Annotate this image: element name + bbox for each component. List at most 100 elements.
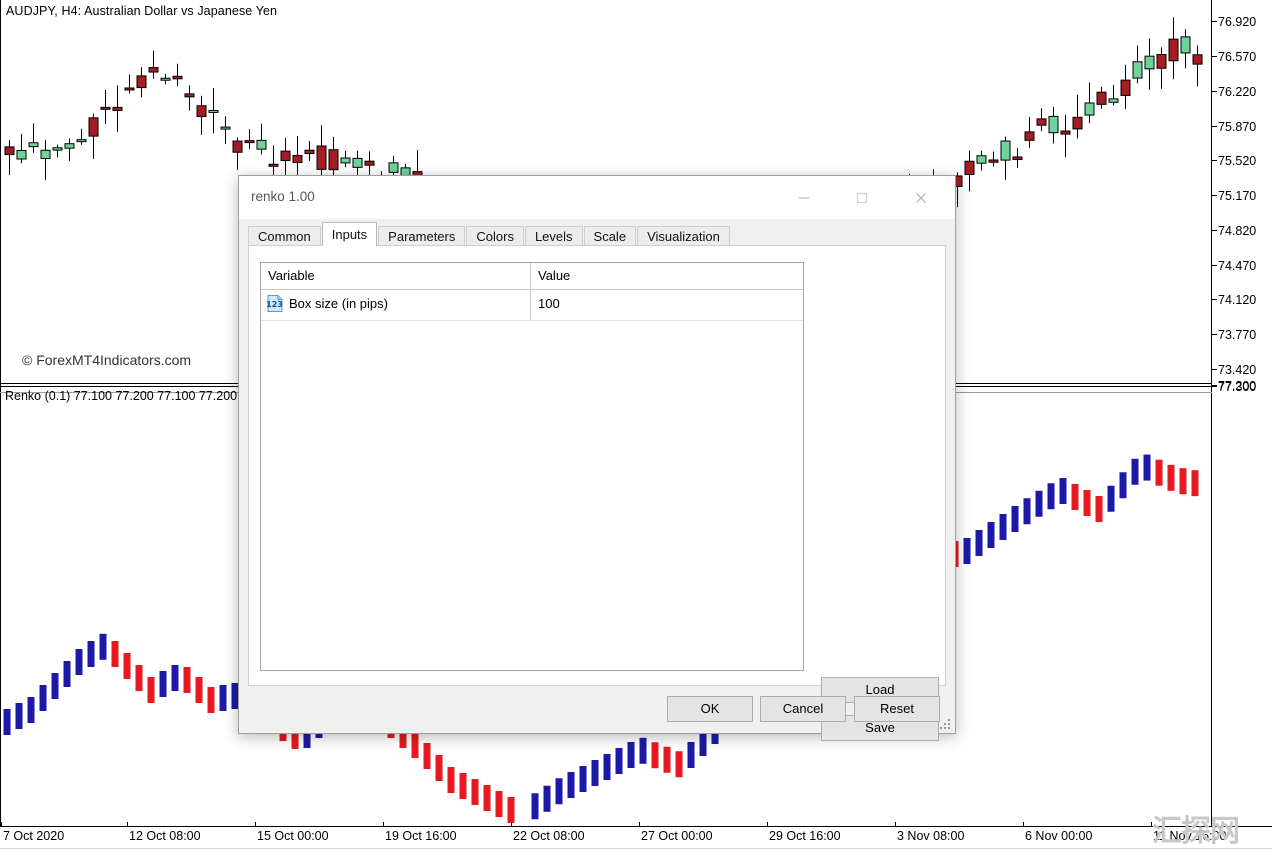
candle-body: [280, 150, 291, 162]
candle-body: [1132, 61, 1143, 79]
tab-common[interactable]: Common: [248, 226, 321, 246]
tab-scale[interactable]: Scale: [583, 226, 637, 246]
candle-body: [268, 163, 279, 167]
maximize-icon: [856, 192, 868, 203]
tab-inputs[interactable]: Inputs: [321, 222, 378, 246]
renko-brick: [447, 767, 455, 793]
candle-body: [1108, 98, 1119, 103]
price-tick-label: 74.470: [1212, 259, 1272, 273]
renko-brick: [1191, 470, 1199, 497]
tab-visualization[interactable]: Visualization: [637, 226, 730, 246]
candle-body: [1036, 118, 1047, 126]
price-tick-label: 75.520: [1212, 154, 1272, 168]
candle-body: [220, 126, 231, 130]
price-tick-label: 75.870: [1212, 120, 1272, 134]
maximize-button[interactable]: [839, 176, 885, 219]
candle-body: [124, 87, 135, 91]
inputs-table-header: Variable Value: [261, 263, 803, 290]
time-tick-label: 3 Nov 08:00: [897, 829, 965, 843]
time-tick-mark: [383, 822, 384, 827]
candle-body: [292, 154, 303, 164]
reset-button[interactable]: Reset: [854, 696, 940, 722]
renko-brick: [687, 742, 695, 768]
time-tick-mark: [127, 822, 128, 827]
dialog-titlebar[interactable]: renko 1.00: [239, 176, 955, 219]
renko-brick: [531, 793, 539, 820]
column-header-value[interactable]: Value: [538, 268, 570, 283]
candle-body: [1120, 79, 1131, 96]
candle-body: [100, 106, 111, 110]
candle-body: [1000, 140, 1011, 161]
minimize-icon: [799, 196, 809, 199]
time-tick-label: 12 Oct 08:00: [129, 829, 201, 843]
site-watermark: 汇探网: [1152, 814, 1240, 849]
dialog-title: renko 1.00: [251, 189, 315, 204]
price-tick-label: 73.770: [1212, 328, 1272, 342]
column-header-variable[interactable]: Variable: [268, 268, 315, 283]
inputs-table[interactable]: Variable Value 123 Box size (in pips) 10…: [260, 262, 804, 671]
indicator-data-window-label: Renko (0.1) 77.100 77.200 77.100 77.200: [5, 389, 238, 403]
close-button[interactable]: [898, 176, 944, 219]
renko-brick: [1131, 458, 1139, 485]
time-tick-mark: [639, 822, 640, 827]
price-tick-label: 76.920: [1212, 15, 1272, 29]
renko-brick: [87, 641, 95, 667]
copyright-watermark-label: © ForexMT4Indicators.com: [22, 352, 192, 368]
renko-brick: [219, 685, 227, 711]
indicator-properties-dialog[interactable]: renko 1.00 Common Inputs Parameters Colors L…: [238, 175, 956, 741]
renko-brick: [567, 772, 575, 798]
renko-brick: [483, 785, 491, 811]
tab-list[interactable]: Common Inputs Parameters Colors Levels Scale V…: [248, 222, 731, 246]
price-tick-label: 76.220: [1212, 85, 1272, 99]
candle-body: [1060, 130, 1071, 135]
minimize-button[interactable]: [781, 176, 827, 219]
candle-body: [4, 146, 15, 156]
cancel-button[interactable]: Cancel: [760, 696, 846, 722]
candle-body: [64, 143, 75, 149]
row-value-field[interactable]: 100: [538, 296, 560, 311]
renko-brick: [1107, 485, 1115, 512]
time-tick-label: 6 Nov 00:00: [1025, 829, 1093, 843]
candle-body: [1156, 54, 1167, 69]
dialog-tabstrip[interactable]: Common Inputs Parameters Colors Levels Scale V…: [239, 219, 955, 246]
candle-body: [964, 160, 975, 176]
candle-body: [40, 149, 51, 160]
renko-brick: [171, 665, 179, 691]
renko-brick: [27, 697, 35, 723]
tab-colors[interactable]: Colors: [466, 226, 524, 246]
resize-grip[interactable]: [940, 718, 952, 730]
renko-brick: [1179, 468, 1187, 495]
candle-body: [1084, 102, 1095, 116]
candle-body: [1180, 36, 1191, 54]
renko-brick: [975, 530, 983, 556]
price-scale[interactable]: 76.920 76.570 76.220 75.870 75.520 75.170 74.8…: [1212, 0, 1272, 826]
candle-body: [112, 106, 123, 111]
candle-body: [1096, 91, 1107, 105]
time-tick-mark: [895, 822, 896, 827]
table-row[interactable]: 123 Box size (in pips) 100: [261, 290, 803, 321]
renko-brick: [507, 797, 515, 823]
price-tick-label: 75.170: [1212, 189, 1272, 203]
candle-body: [232, 140, 243, 153]
renko-brick: [1095, 496, 1103, 522]
renko-brick: [963, 538, 971, 564]
ok-button[interactable]: OK: [667, 696, 753, 722]
renko-brick: [99, 633, 107, 660]
tab-parameters[interactable]: Parameters: [378, 226, 466, 246]
candle-body: [160, 77, 171, 81]
tab-levels[interactable]: Levels: [524, 226, 583, 246]
time-tick-label: 29 Oct 16:00: [769, 829, 841, 843]
candle-body: [388, 162, 399, 173]
number-input-icon: 123: [267, 295, 283, 312]
renko-brick: [75, 649, 83, 675]
renko-brick: [423, 743, 431, 769]
candle-body: [304, 149, 315, 155]
candle-body: [1072, 116, 1083, 130]
renko-brick: [459, 773, 467, 799]
candle-body: [1012, 156, 1023, 161]
candle-body: [976, 155, 987, 164]
candle-body: [1192, 54, 1203, 65]
renko-brick: [195, 677, 203, 703]
renko-brick: [51, 673, 59, 699]
renko-brick: [39, 685, 47, 711]
